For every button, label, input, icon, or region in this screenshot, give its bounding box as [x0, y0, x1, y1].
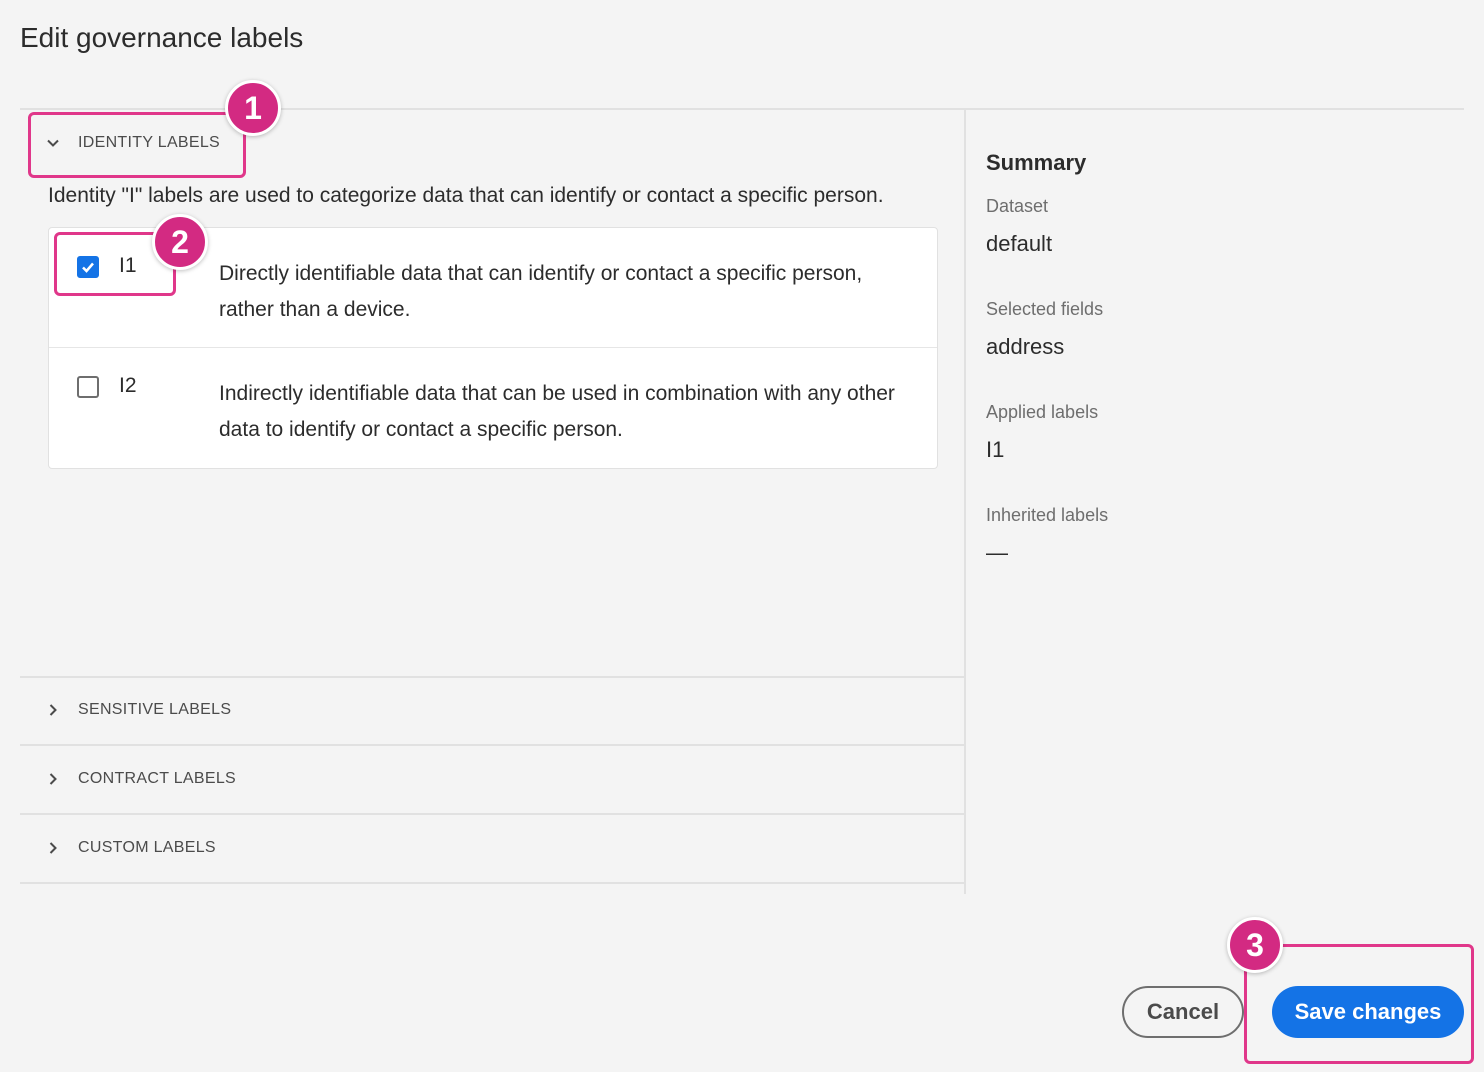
section-divider [20, 744, 966, 746]
contract-labels-heading: CONTRACT LABELS [78, 770, 237, 787]
inherited-labels-value: — [986, 540, 1008, 565]
column-divider [964, 110, 966, 894]
dataset-value: default [986, 231, 1053, 256]
i2-code: I2 [119, 374, 137, 397]
selected-fields-value: address [986, 334, 1065, 359]
summary-title: Summary [986, 150, 1087, 175]
applied-labels-label: Applied labels [986, 402, 1099, 422]
cancel-button[interactable]: Cancel [1122, 986, 1244, 1038]
contract-labels-toggle[interactable]: CONTRACT LABELS [44, 770, 236, 788]
chevron-right-icon [44, 701, 62, 719]
label-row-i2: I2 Indirectly identifiable data that can… [49, 348, 937, 467]
custom-labels-toggle[interactable]: CUSTOM LABELS [44, 839, 216, 857]
section-divider [20, 882, 966, 884]
i2-description: Indirectly identifiable data that can be… [219, 382, 895, 441]
chevron-right-icon [44, 839, 62, 857]
section-divider [20, 676, 966, 678]
callout-badge-1: 1 [225, 80, 281, 136]
identity-labels-description: Identity "I" labels are used to categori… [48, 184, 884, 207]
callout-badge-2: 2 [152, 214, 208, 270]
sensitive-labels-toggle[interactable]: SENSITIVE LABELS [44, 701, 231, 719]
chevron-right-icon [44, 770, 62, 788]
callout-badge-3: 3 [1227, 917, 1283, 973]
highlight-save-button [1244, 944, 1474, 1064]
i2-checkbox[interactable] [77, 376, 99, 398]
sensitive-labels-heading: SENSITIVE LABELS [78, 701, 232, 718]
custom-labels-heading: CUSTOM LABELS [78, 839, 216, 856]
summary-panel: Summary Dataset default Selected fields … [986, 150, 1108, 566]
i1-description: Directly identifiable data that can iden… [219, 262, 863, 321]
highlight-identity-labels [28, 112, 246, 178]
inherited-labels-label: Inherited labels [986, 505, 1109, 525]
section-divider [20, 813, 966, 815]
dialog-title: Edit governance labels [20, 22, 304, 53]
selected-fields-label: Selected fields [986, 299, 1104, 319]
dataset-label: Dataset [986, 196, 1049, 216]
applied-labels-value: I1 [986, 437, 1005, 462]
